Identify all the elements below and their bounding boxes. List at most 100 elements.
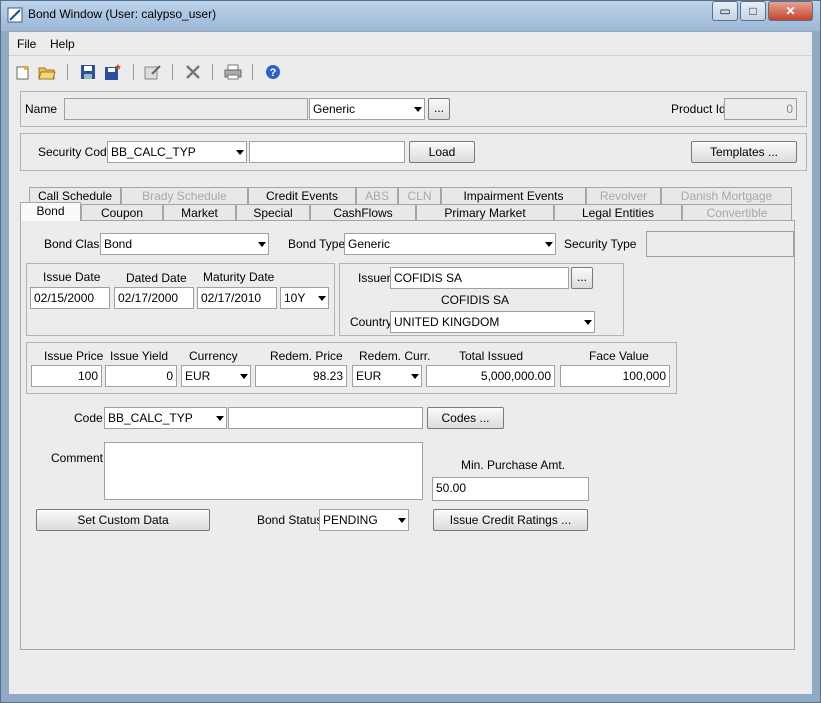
bond-type-select[interactable]: Generic <box>344 233 556 255</box>
new-icon[interactable] <box>14 63 32 81</box>
tab-bond[interactable]: Bond <box>20 202 81 221</box>
code-value: BB_CALC_TYP <box>108 411 193 425</box>
min-purchase-input[interactable]: 50.00 <box>432 477 589 501</box>
bond-class-select[interactable]: Bond <box>100 233 269 255</box>
code-input[interactable] <box>228 407 423 429</box>
currency-select[interactable]: EUR <box>181 365 251 387</box>
code-label: Code <box>74 411 103 425</box>
tab-danish-mortgage: Danish Mortgage <box>661 187 792 204</box>
face-value-label: Face Value <box>589 349 649 363</box>
chevron-down-icon <box>411 374 419 379</box>
tenor-select[interactable]: 10Y <box>280 287 329 309</box>
minimize-icon: ▭ <box>719 4 731 18</box>
issuer-label: Issuer <box>358 271 391 285</box>
issue-credit-ratings-button[interactable]: Issue Credit Ratings ... <box>433 509 588 531</box>
print-icon[interactable] <box>224 63 242 81</box>
issuer-input[interactable]: COFIDIS SA <box>390 267 569 289</box>
min-purchase-label: Min. Purchase Amt. <box>461 458 566 472</box>
save-as-icon[interactable] <box>104 63 122 81</box>
name-type-select[interactable]: Generic <box>309 98 425 120</box>
tab-convertible: Convertible <box>682 204 792 221</box>
country-select[interactable]: UNITED KINGDOM <box>390 311 595 333</box>
chevron-down-icon <box>318 296 326 301</box>
security-code-input[interactable] <box>249 141 405 163</box>
issuer-name: COFIDIS SA <box>441 293 510 307</box>
delete-icon[interactable] <box>184 63 202 81</box>
open-icon[interactable] <box>38 63 56 81</box>
save-icon[interactable] <box>79 63 97 81</box>
tab-cashflows[interactable]: CashFlows <box>310 204 416 221</box>
redem-curr-select[interactable]: EUR <box>352 365 422 387</box>
svg-text:?: ? <box>270 67 277 79</box>
chevron-down-icon <box>258 242 266 247</box>
tab-legal-entities[interactable]: Legal Entities <box>554 204 682 221</box>
templates-button[interactable]: Templates ... <box>691 141 797 163</box>
edit-icon[interactable] <box>144 63 162 81</box>
chevron-down-icon <box>236 150 244 155</box>
tab-primary-market[interactable]: Primary Market <box>416 204 554 221</box>
bond-status-label: Bond Status <box>257 513 323 527</box>
tab-revolver: Revolver <box>586 187 661 204</box>
maximize-button[interactable]: □ <box>740 1 766 21</box>
issuer-lookup-button[interactable]: ... <box>571 267 593 289</box>
maturity-date-label: Maturity Date <box>203 270 275 284</box>
toolbar-separator <box>67 64 68 80</box>
code-select[interactable]: BB_CALC_TYP <box>104 407 227 429</box>
currency-label: Currency <box>189 349 238 363</box>
security-type-label: Security Type <box>564 237 637 251</box>
redem-price-label: Redem. Price <box>270 349 343 363</box>
chevron-down-icon <box>584 320 592 325</box>
issue-date-input[interactable]: 02/15/2000 <box>30 287 110 309</box>
bond-status-value: PENDING <box>323 513 378 527</box>
dated-date-input[interactable]: 02/17/2000 <box>114 287 194 309</box>
help-icon[interactable]: ? <box>264 63 282 81</box>
redem-curr-value: EUR <box>356 369 382 383</box>
maturity-date-input[interactable]: 02/17/2010 <box>197 287 277 309</box>
currency-value: EUR <box>185 369 211 383</box>
tab-special[interactable]: Special <box>236 204 310 221</box>
security-code-label: Security Code <box>38 145 114 159</box>
comment-textarea[interactable] <box>104 442 423 500</box>
set-custom-data-button[interactable]: Set Custom Data <box>36 509 210 531</box>
close-icon: ✕ <box>785 4 796 18</box>
chevron-down-icon <box>240 374 248 379</box>
issue-price-input[interactable]: 100 <box>31 365 102 387</box>
menu-file[interactable]: File <box>17 37 36 51</box>
tenor-value: 10Y <box>284 291 306 305</box>
menu-help[interactable]: Help <box>50 37 75 51</box>
issue-yield-input[interactable]: 0 <box>105 365 177 387</box>
minimize-button[interactable]: ▭ <box>712 1 738 21</box>
name-input[interactable] <box>64 98 308 120</box>
security-code-value: BB_CALC_TYP <box>111 145 196 159</box>
menu-bar <box>9 32 812 56</box>
window-title: Bond Window (User: calypso_user) <box>28 7 217 21</box>
name-lookup-button[interactable]: ... <box>428 98 450 120</box>
toolbar-separator <box>172 64 173 80</box>
country-label: Country <box>350 315 393 329</box>
load-button[interactable]: Load <box>409 141 475 163</box>
tab-coupon[interactable]: Coupon <box>81 204 163 221</box>
total-issued-input[interactable]: 5,000,000.00 <box>426 365 555 387</box>
name-type-value: Generic <box>313 102 356 116</box>
redem-curr-label: Redem. Curr. <box>359 349 431 363</box>
country-value: UNITED KINGDOM <box>394 315 500 329</box>
toolbar-separator <box>212 64 213 80</box>
total-issued-label: Total Issued <box>459 349 524 363</box>
codes-button[interactable]: Codes ... <box>427 407 504 429</box>
face-value-input[interactable]: 100,000 <box>560 365 670 387</box>
bond-status-select[interactable]: PENDING <box>319 509 409 531</box>
redem-price-input[interactable]: 98.23 <box>255 365 347 387</box>
bond-type-value: Generic <box>348 237 391 251</box>
tab-impairment-events[interactable]: Impairment Events <box>441 187 586 204</box>
tab-credit-events[interactable]: Credit Events <box>248 187 356 204</box>
chevron-down-icon <box>398 518 406 523</box>
tab-abs: ABS <box>356 187 398 204</box>
bond-class-value: Bond <box>104 237 133 251</box>
close-button[interactable]: ✕ <box>768 1 813 21</box>
maximize-icon: □ <box>749 4 757 18</box>
name-label: Name <box>25 102 58 116</box>
issue-price-label: Issue Price <box>44 349 104 363</box>
issue-yield-label: Issue Yield <box>110 349 169 363</box>
security-code-select[interactable]: BB_CALC_TYP <box>107 141 247 163</box>
tab-market[interactable]: Market <box>163 204 236 221</box>
